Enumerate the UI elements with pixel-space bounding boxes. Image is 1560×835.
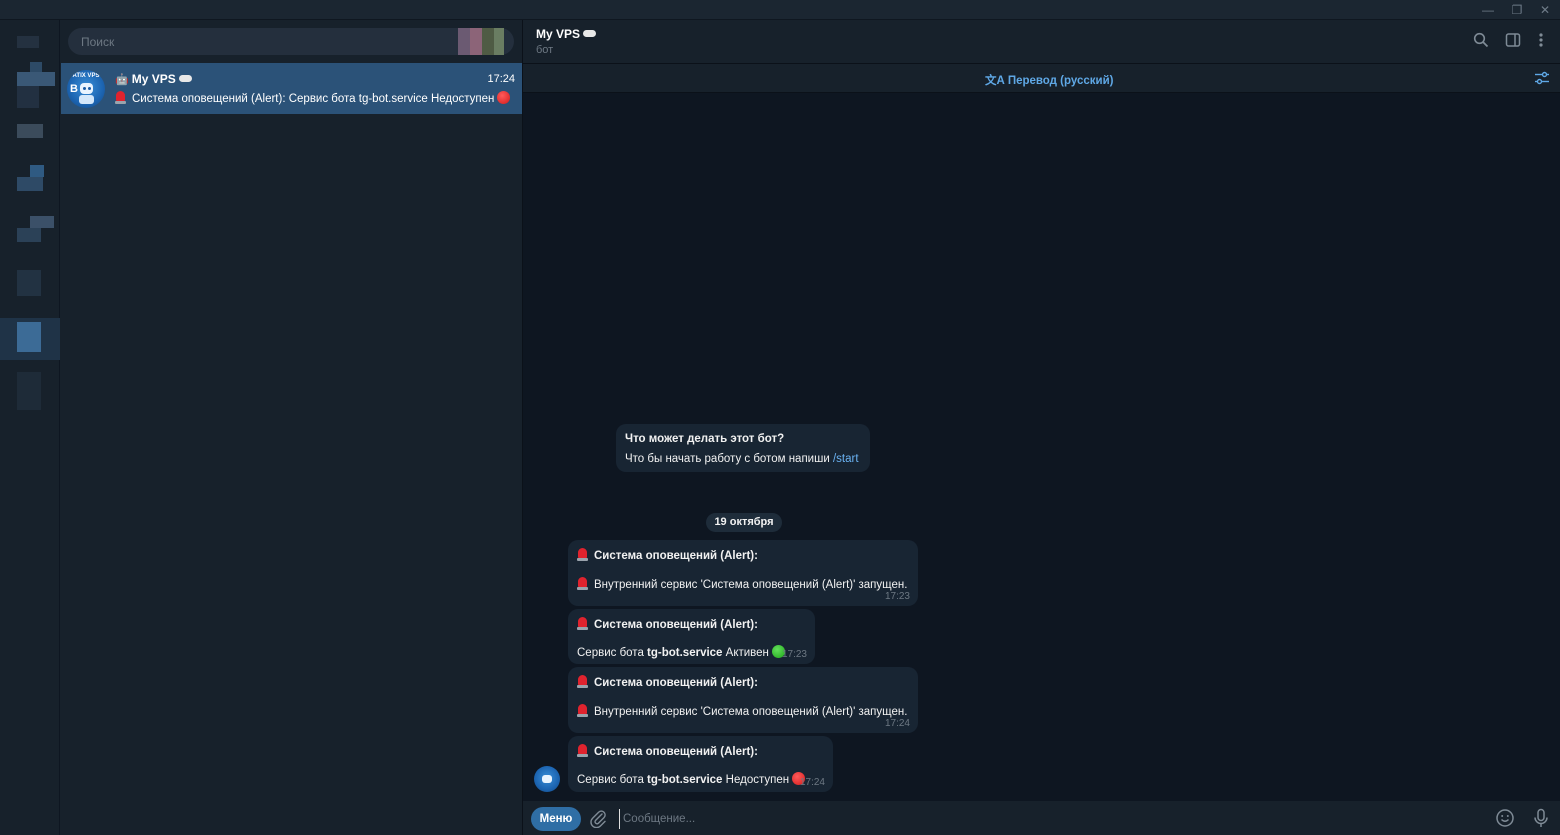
message-input[interactable] [619, 809, 1479, 829]
message-body: Внутренний сервис 'Система оповещений (A… [594, 579, 908, 591]
red-circle-icon [497, 91, 511, 104]
message-bubble[interactable]: Система оповещений (Alert): Внутренний с… [568, 540, 918, 606]
folder-item[interactable] [17, 72, 55, 86]
bot-intro-bubble: Что может делать этот бот? Что бы начать… [616, 424, 870, 472]
message-bubble[interactable]: Система оповещений (Alert): Сервис бота … [568, 736, 833, 792]
siren-icon [577, 577, 588, 590]
siren-icon [577, 675, 588, 688]
message-body: Сервис бота tg-bot.service Недоступен [577, 772, 806, 786]
folder-sidebar [0, 20, 60, 835]
translate-icon: 文A [985, 75, 1005, 87]
intro-text: Что бы начать работу с ботом напиши /sta… [625, 453, 859, 465]
intro-title: Что может делать этот бот? [625, 433, 785, 445]
folder-item[interactable] [17, 372, 41, 410]
message-time: 17:24 [799, 777, 825, 788]
siren-icon [577, 617, 588, 630]
chat-list: Поиск ATIX VPS B 🤖 My VPS 17:24 Система о… [60, 20, 523, 835]
sidebar-toggle-icon[interactable] [1504, 32, 1522, 50]
blurred-image [458, 28, 470, 55]
menu-button[interactable]: Меню [531, 807, 581, 831]
chat-preview: Система оповещений (Alert): Сервис бота … [115, 91, 511, 105]
microphone-icon[interactable] [1532, 808, 1552, 828]
siren-icon [577, 744, 588, 757]
folder-item[interactable] [17, 228, 41, 242]
cloud-icon [583, 30, 597, 37]
translate-bar: 文A Перевод (русский) [523, 64, 1560, 93]
message-composer: Меню [523, 801, 1560, 835]
translate-settings-icon[interactable] [1534, 70, 1550, 86]
search-input[interactable]: Поиск [81, 35, 114, 49]
minimize-icon[interactable]: — [1478, 2, 1498, 18]
attach-icon[interactable] [589, 808, 609, 829]
message-title: Система оповещений (Alert): [594, 619, 758, 631]
message-time: 17:23 [781, 649, 807, 660]
siren-icon [115, 91, 126, 104]
siren-icon [577, 704, 588, 717]
maximize-icon[interactable]: ❐ [1507, 2, 1527, 18]
chat-subtitle: бот [536, 44, 554, 56]
chat-time: 17:24 [487, 73, 515, 85]
folder-item[interactable] [17, 177, 43, 191]
chat-name: 🤖 My VPS [115, 72, 192, 86]
chat-item-my-vps[interactable]: ATIX VPS B 🤖 My VPS 17:24 Система оповеще… [61, 63, 522, 114]
message-bubble[interactable]: Система оповещений (Alert): Сервис бота … [568, 609, 815, 664]
cloud-icon [178, 75, 192, 82]
chat-pane: My VPS бот 文A Перевод (русский) Что может… [523, 20, 1560, 835]
message-title: Система оповещений (Alert): [594, 677, 758, 689]
close-icon[interactable]: ✕ [1535, 2, 1555, 18]
chat-header[interactable]: My VPS бот [523, 20, 1560, 64]
start-command-link[interactable]: /start [833, 453, 859, 465]
message-body: Внутренний сервис 'Система оповещений (A… [594, 706, 908, 718]
more-icon[interactable] [1532, 32, 1550, 50]
folder-item[interactable] [17, 270, 41, 296]
message-title: Система оповещений (Alert): [594, 550, 758, 562]
search-bar[interactable]: Поиск [68, 28, 514, 55]
sender-avatar[interactable] [534, 766, 560, 792]
message-time: 17:24 [884, 718, 910, 729]
folder-item[interactable] [17, 124, 43, 138]
message-time: 17:23 [884, 591, 910, 602]
folder-item[interactable] [17, 36, 39, 48]
message-title: Система оповещений (Alert): [594, 746, 758, 758]
message-body: Сервис бота tg-bot.service Активен [577, 645, 785, 659]
translate-button[interactable]: 文A Перевод (русский) [985, 72, 1114, 88]
bot-icon: 🤖 [115, 74, 129, 86]
chat-title[interactable]: My VPS [536, 27, 597, 41]
date-separator: 19 октября [706, 513, 782, 532]
emoji-icon[interactable] [1495, 808, 1515, 828]
siren-icon [577, 548, 588, 561]
folder-item[interactable] [17, 322, 41, 352]
message-bubble[interactable]: Система оповещений (Alert): Внутренний с… [568, 667, 918, 733]
avatar: ATIX VPS B [67, 70, 105, 108]
title-bar: — ❐ ✕ [0, 0, 1560, 20]
search-icon[interactable] [1472, 32, 1490, 50]
